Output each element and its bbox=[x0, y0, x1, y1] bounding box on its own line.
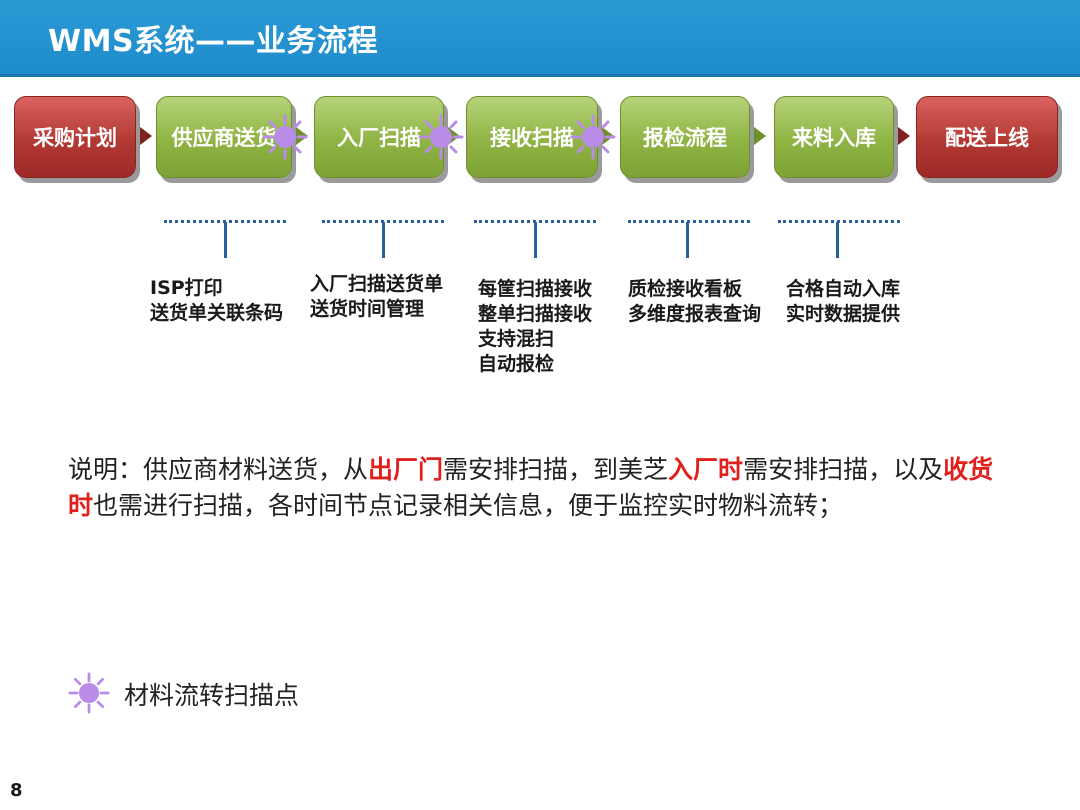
connector-line bbox=[836, 222, 839, 258]
connector-line bbox=[534, 222, 537, 258]
note-text: 也需进行扫描，各时间节点记录相关信息，便于监控实时物料流转； bbox=[93, 491, 844, 520]
page-title: WMS系统——业务流程 bbox=[48, 24, 379, 59]
dotted-bracket bbox=[628, 220, 750, 223]
detail-factory-entry-scan: 入厂扫描送货单 送货时间管理 bbox=[310, 272, 443, 322]
detail-line: 支持混扫 bbox=[478, 328, 555, 350]
page-number: 8 bbox=[10, 780, 23, 801]
header-bar: WMS系统——业务流程 bbox=[0, 0, 1080, 77]
step-inspection-process: 报检流程 bbox=[620, 96, 750, 178]
detail-line: 入厂扫描送货单 bbox=[310, 273, 444, 295]
note-highlight: 出厂门 bbox=[368, 455, 444, 484]
detail-receiving-scan: 每筐扫描接收 整单扫描接收 支持混扫 自动报检 bbox=[478, 277, 592, 377]
note-text: 需安排扫描，到美芝 bbox=[443, 455, 669, 484]
note-text: 说明：供应商材料送货，从 bbox=[68, 455, 369, 484]
scan-point-icon bbox=[570, 114, 616, 160]
connector-line bbox=[686, 222, 689, 258]
detail-material-warehousing: 合格自动入库 实时数据提供 bbox=[786, 277, 900, 327]
flow-arrow bbox=[140, 127, 152, 145]
flow-arrow bbox=[898, 127, 910, 145]
detail-line: 每筐扫描接收 bbox=[478, 278, 593, 300]
detail-line: 自动报检 bbox=[478, 353, 555, 375]
detail-supplier-delivery: ISP打印 送货单关联条码 bbox=[150, 276, 283, 326]
detail-line: 送货单关联条码 bbox=[150, 302, 284, 324]
step-purchase-plan: 采购计划 bbox=[14, 96, 136, 178]
dotted-bracket bbox=[778, 220, 900, 223]
scan-point-icon bbox=[262, 114, 308, 160]
detail-line: ISP打印 bbox=[150, 277, 223, 299]
legend-label: 材料流转扫描点 bbox=[124, 681, 300, 710]
note-text: 需安排扫描，以及 bbox=[743, 455, 944, 484]
detail-line: 整单扫描接收 bbox=[478, 303, 593, 325]
connector-line bbox=[382, 222, 385, 258]
flow-arrow bbox=[754, 127, 766, 145]
scan-point-icon bbox=[68, 672, 110, 714]
detail-line: 多维度报表查询 bbox=[628, 303, 762, 325]
detail-line: 合格自动入库 bbox=[786, 278, 901, 300]
scan-point-icon bbox=[418, 114, 464, 160]
step-material-warehousing: 来料入库 bbox=[774, 96, 894, 178]
detail-line: 实时数据提供 bbox=[786, 303, 901, 325]
description-note: 说明：供应商材料送货，从出厂门需安排扫描，到美芝入厂时需安排扫描，以及收货时也需… bbox=[68, 452, 1008, 524]
detail-line: 送货时间管理 bbox=[310, 298, 425, 320]
detail-line: 质检接收看板 bbox=[628, 278, 743, 300]
connector-line bbox=[224, 222, 227, 258]
detail-inspection-process: 质检接收看板 多维度报表查询 bbox=[628, 277, 761, 327]
note-highlight: 入厂时 bbox=[668, 455, 744, 484]
step-delivery-online: 配送上线 bbox=[916, 96, 1058, 178]
